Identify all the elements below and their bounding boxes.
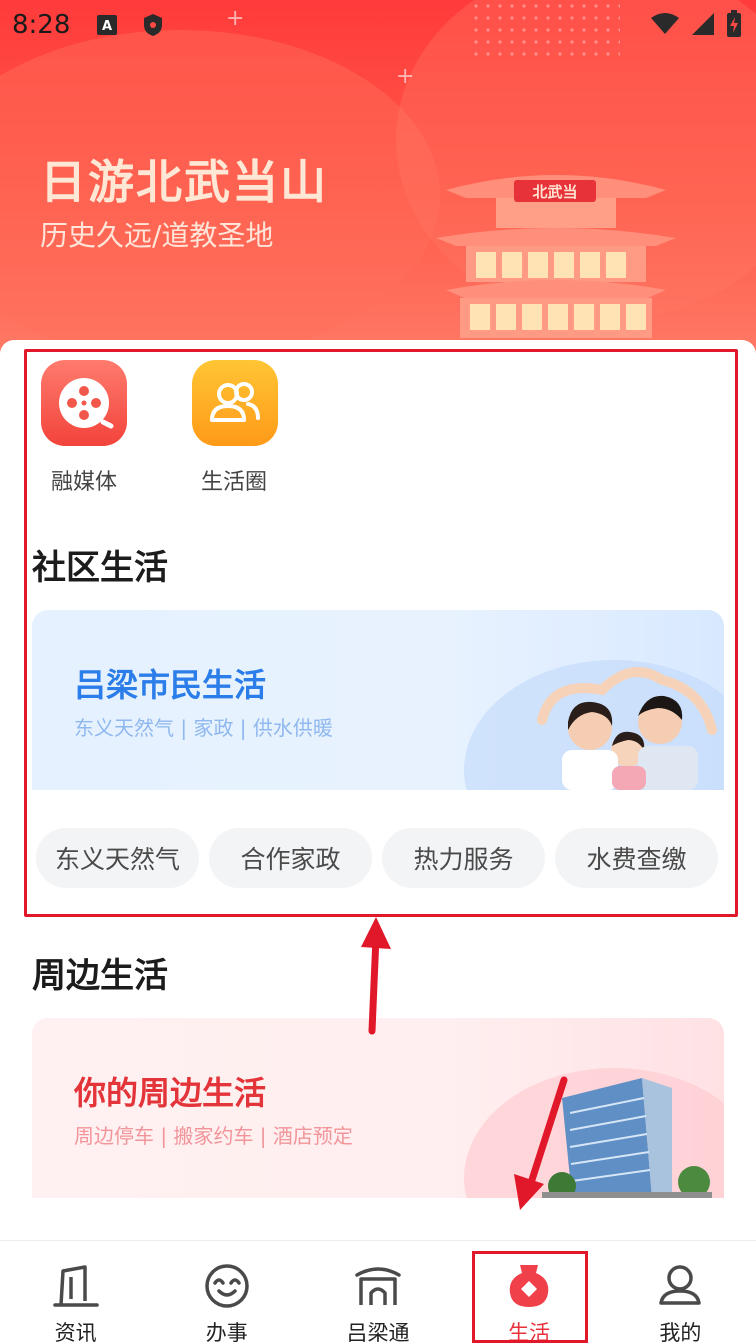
landmark-icon [355, 1267, 401, 1305]
news-icon [52, 1265, 99, 1307]
nav-label-mine: 我的 [659, 1321, 702, 1344]
nearby-banner[interactable]: 你的周边生活 周边停车 | 搬家约车 | 酒店预定 [32, 1018, 724, 1198]
highlight-box-nav-life [472, 1251, 588, 1343]
wifi-icon [651, 13, 679, 34]
pagoda-illustration: 北武当 [436, 175, 676, 338]
nav-item-news[interactable]: 资讯 [0, 1241, 151, 1344]
hero-title: 日游北武当山 [40, 155, 328, 209]
app-notification-icon: A [97, 15, 117, 35]
highlight-box-community [24, 349, 738, 917]
signal-icon [692, 13, 714, 35]
nearby-banner-title: 你的周边生活 [74, 1074, 267, 1112]
annotation-arrow-down [514, 1076, 568, 1210]
nearby-section-title: 周边生活 [32, 956, 168, 996]
service-icon [205, 1264, 249, 1308]
annotation-arrow-up [361, 917, 391, 1035]
status-time: 8:28 [12, 10, 71, 40]
user-icon [659, 1265, 702, 1305]
svg-text:A: A [102, 19, 112, 34]
nav-item-lvliangtong[interactable]: 吕梁通 [302, 1241, 453, 1344]
bottom-navigation: 资讯 办事 吕梁通 生活 我的 [0, 1240, 756, 1344]
nav-label-news: 资讯 [54, 1321, 97, 1344]
nearby-banner-subtitle: 周边停车 | 搬家约车 | 酒店预定 [74, 1124, 353, 1148]
nav-label-lvliangtong: 吕梁通 [346, 1321, 410, 1344]
status-right [650, 10, 742, 38]
hero-subtitle: 历史久远/道教圣地 [40, 219, 274, 252]
nav-label-services: 办事 [205, 1321, 248, 1344]
nav-item-mine[interactable]: 我的 [605, 1241, 756, 1344]
shield-icon [144, 14, 162, 36]
hero-banner[interactable]: + + 日游北武当山 历史久远/道教圣地 北武当 8:28 A [0, 0, 756, 360]
pagoda-sign: 北武当 [532, 183, 577, 201]
battery-charging-icon [727, 10, 741, 37]
status-bar: 8:28 A [0, 0, 756, 52]
plus-decor-icon: + [396, 64, 415, 89]
nav-item-services[interactable]: 办事 [151, 1241, 302, 1344]
